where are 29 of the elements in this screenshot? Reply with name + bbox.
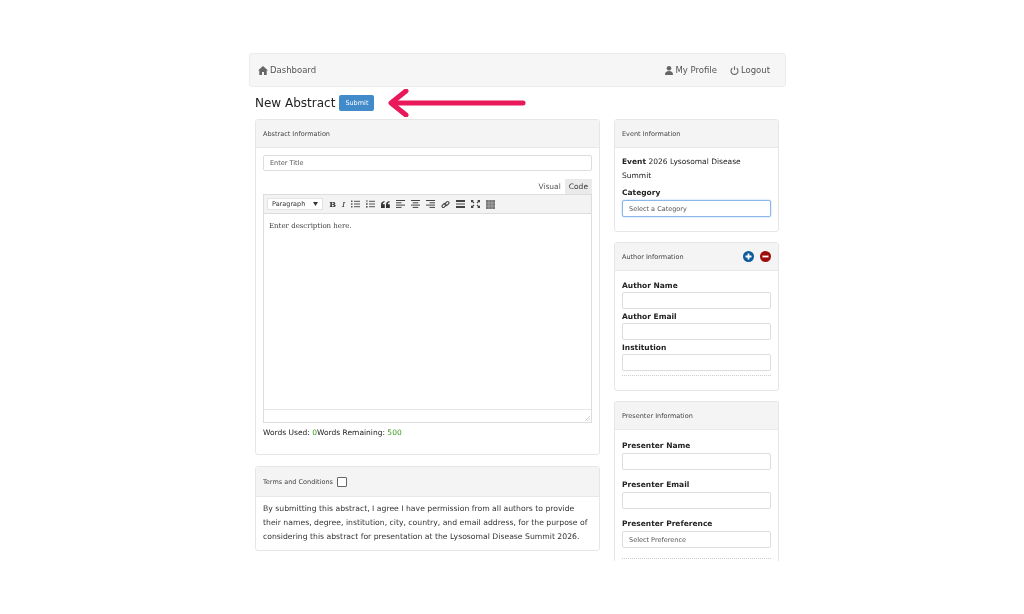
align-center-icon[interactable] (411, 200, 421, 208)
input-field[interactable] (622, 323, 771, 340)
input-field[interactable] (622, 292, 771, 309)
link-icon[interactable] (441, 199, 451, 209)
fullscreen-icon[interactable] (471, 200, 481, 208)
table-icon[interactable] (486, 199, 496, 209)
numbered-list-icon[interactable] (366, 200, 376, 208)
home-icon (258, 65, 268, 75)
bullet-list-icon[interactable] (351, 200, 361, 208)
italic-button[interactable]: I (342, 199, 346, 209)
profile-link[interactable]: My Profile (665, 65, 717, 75)
input-field[interactable] (622, 453, 771, 470)
person-icon (665, 65, 674, 75)
align-left-icon[interactable] (396, 200, 406, 208)
add-icon[interactable] (743, 251, 754, 262)
input-field[interactable] (622, 354, 771, 371)
page-title: New Abstract (255, 96, 336, 110)
resize-handle-icon[interactable] (585, 416, 590, 421)
align-right-icon[interactable] (426, 200, 436, 208)
logout-link[interactable]: Logout (729, 65, 770, 75)
quote-icon[interactable] (381, 200, 391, 208)
caret-icon (313, 202, 319, 206)
terms-checkbox[interactable] (336, 476, 347, 487)
bold-button[interactable]: B (329, 199, 337, 209)
horizontal-rule-icon[interactable] (456, 200, 466, 208)
input-field[interactable] (622, 492, 771, 509)
dashboard-link[interactable]: Dashboard (258, 65, 317, 75)
power-icon (729, 65, 739, 75)
remove-icon[interactable] (760, 251, 771, 262)
